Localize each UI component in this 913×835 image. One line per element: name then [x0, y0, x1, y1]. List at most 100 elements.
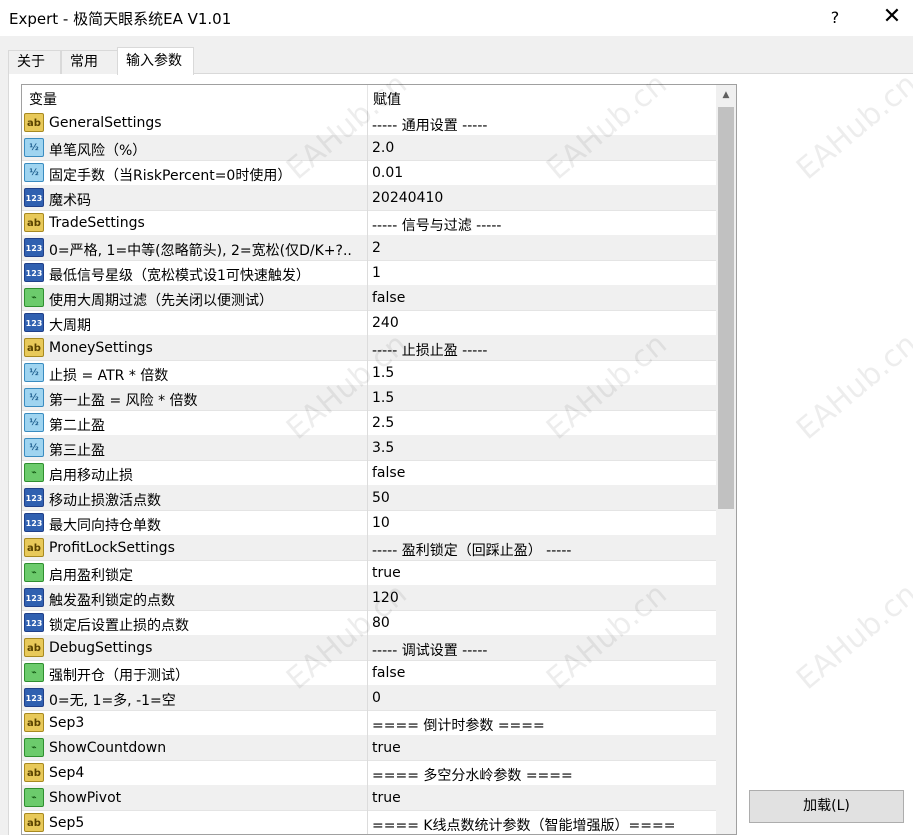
- column-header-variable[interactable]: 变量: [29, 89, 57, 109]
- parameter-value[interactable]: 2.0: [372, 140, 394, 156]
- parameter-name: 0=严格, 1=中等(忽略箭头), 2=宽松(仅D/K+?..: [49, 243, 352, 259]
- parameter-value[interactable]: 1.5: [372, 390, 394, 406]
- parameter-value[interactable]: 2.5: [372, 415, 394, 431]
- parameter-value[interactable]: ==== 倒计时参数 ====: [372, 715, 545, 735]
- grid-header: 变量 赋值: [22, 85, 716, 111]
- parameter-row[interactable]: ab Sep4 ==== 多空分水岭参数 ====: [22, 761, 716, 786]
- parameter-value[interactable]: false: [372, 290, 405, 306]
- parameter-row[interactable]: 123 0=无, 1=多, -1=空 0: [22, 686, 716, 711]
- parameter-row[interactable]: ⌁ 启用移动止损 false: [22, 461, 716, 486]
- parameter-name: MoneySettings: [49, 340, 153, 356]
- parameter-value[interactable]: 10: [372, 515, 390, 531]
- parameter-row[interactable]: 123 最低信号星级（宽松模式设1可快速触发） 1: [22, 261, 716, 286]
- parameter-value[interactable]: 0: [372, 690, 381, 706]
- parameter-row[interactable]: 123 锁定后设置止损的点数 80: [22, 611, 716, 636]
- parameter-row[interactable]: ⌁ 启用盈利锁定 true: [22, 561, 716, 586]
- parameter-row[interactable]: ½ 单笔风险（%） 2.0: [22, 136, 716, 161]
- parameter-row[interactable]: ab Sep3 ==== 倒计时参数 ====: [22, 711, 716, 736]
- parameter-row[interactable]: ab GeneralSettings ----- 通用设置 -----: [22, 111, 716, 136]
- parameter-value[interactable]: false: [372, 665, 405, 681]
- cell-divider: [367, 686, 368, 711]
- parameter-value[interactable]: 20240410: [372, 190, 443, 206]
- column-divider[interactable]: [367, 85, 368, 111]
- boolean-type-icon: ⌁: [24, 563, 44, 582]
- parameter-value[interactable]: 80: [372, 615, 390, 631]
- parameter-value[interactable]: ----- 信号与过滤 -----: [372, 215, 501, 235]
- parameter-value[interactable]: ----- 止损止盈 -----: [372, 340, 487, 360]
- parameter-value[interactable]: 3.5: [372, 440, 394, 456]
- cell-divider: [367, 611, 368, 636]
- parameter-value[interactable]: true: [372, 740, 401, 756]
- parameter-value[interactable]: false: [372, 465, 405, 481]
- parameter-value[interactable]: ==== K线点数统计参数（智能增强版）====: [372, 815, 675, 834]
- tab-about[interactable]: 关于: [8, 50, 61, 74]
- integer-type-icon: 123: [24, 688, 44, 707]
- parameter-row[interactable]: ⌁ 使用大周期过滤（先关闭以便测试） false: [22, 286, 716, 311]
- column-header-value[interactable]: 赋值: [373, 89, 401, 109]
- parameter-value[interactable]: 0.01: [372, 165, 403, 181]
- parameter-name: 触发盈利锁定的点数: [49, 593, 175, 609]
- vertical-scrollbar[interactable]: ▲: [716, 85, 736, 834]
- string-type-icon: ab: [24, 813, 44, 832]
- parameter-row[interactable]: ⌁ 强制开仓（用于测试） false: [22, 661, 716, 686]
- parameter-row[interactable]: 123 大周期 240: [22, 311, 716, 336]
- parameter-value[interactable]: 1: [372, 265, 381, 281]
- parameter-name: ProfitLockSettings: [49, 540, 175, 556]
- parameter-value[interactable]: true: [372, 565, 401, 581]
- cell-divider: [367, 786, 368, 811]
- parameter-name: 移动止损激活点数: [49, 493, 161, 509]
- close-button[interactable]: ✕: [874, 0, 910, 36]
- parameter-row[interactable]: 123 魔术码 20240410: [22, 186, 716, 211]
- parameter-row[interactable]: 123 0=严格, 1=中等(忽略箭头), 2=宽松(仅D/K+?.. 2: [22, 236, 716, 261]
- cell-divider: [367, 186, 368, 211]
- parameter-row[interactable]: 123 移动止损激活点数 50: [22, 486, 716, 511]
- cell-divider: [367, 386, 368, 411]
- parameter-row[interactable]: ab DebugSettings ----- 调试设置 -----: [22, 636, 716, 661]
- parameter-row[interactable]: ½ 止损 = ATR * 倍数 1.5: [22, 361, 716, 386]
- parameter-value[interactable]: 1.5: [372, 365, 394, 381]
- parameter-row[interactable]: ab TradeSettings ----- 信号与过滤 -----: [22, 211, 716, 236]
- boolean-type-icon: ⌁: [24, 738, 44, 757]
- parameter-row[interactable]: ab MoneySettings ----- 止损止盈 -----: [22, 336, 716, 361]
- parameter-name: 启用移动止损: [49, 468, 133, 484]
- tab-inputs[interactable]: 输入参数: [117, 47, 194, 75]
- parameter-value[interactable]: ----- 通用设置 -----: [372, 115, 487, 135]
- scroll-up-arrow-icon[interactable]: ▲: [716, 85, 736, 105]
- parameter-name: 强制开仓（用于测试）: [49, 668, 189, 684]
- cell-divider: [367, 561, 368, 586]
- parameter-name: Sep3: [49, 715, 85, 731]
- parameter-name: 最低信号星级（宽松模式设1可快速触发）: [49, 268, 310, 284]
- double-type-icon: ½: [24, 138, 44, 157]
- grid-rows: ab GeneralSettings ----- 通用设置 ----- ½ 单笔风险（%…: [22, 111, 716, 834]
- parameter-row[interactable]: ab ProfitLockSettings ----- 盈利锁定（回踩止盈） ---…: [22, 536, 716, 561]
- cell-divider: [367, 261, 368, 286]
- cell-divider: [367, 711, 368, 736]
- parameter-row[interactable]: 123 最大同向持仓单数 10: [22, 511, 716, 536]
- scroll-thumb[interactable]: [718, 107, 734, 509]
- parameter-value[interactable]: ----- 调试设置 -----: [372, 640, 487, 660]
- load-button[interactable]: 加载(L): [749, 790, 904, 823]
- parameter-name: ShowCountdown: [49, 740, 167, 756]
- help-button[interactable]: ?: [818, 0, 852, 36]
- cell-divider: [367, 361, 368, 386]
- parameter-row[interactable]: ⌁ ShowCountdown true: [22, 736, 716, 761]
- parameter-value[interactable]: 2: [372, 240, 381, 256]
- cell-divider: [367, 411, 368, 436]
- parameter-value[interactable]: 120: [372, 590, 399, 606]
- parameter-row[interactable]: ab Sep5 ==== K线点数统计参数（智能增强版）====: [22, 811, 716, 834]
- parameter-row[interactable]: ½ 第一止盈 = 风险 * 倍数 1.5: [22, 386, 716, 411]
- parameter-row[interactable]: ⌁ ShowPivot true: [22, 786, 716, 811]
- string-type-icon: ab: [24, 638, 44, 657]
- tab-common[interactable]: 常用: [61, 50, 118, 74]
- parameter-value[interactable]: 240: [372, 315, 399, 331]
- parameter-value[interactable]: 50: [372, 490, 390, 506]
- cell-divider: [367, 636, 368, 661]
- parameter-value[interactable]: true: [372, 790, 401, 806]
- parameter-row[interactable]: ½ 第二止盈 2.5: [22, 411, 716, 436]
- parameter-value[interactable]: ==== 多空分水岭参数 ====: [372, 765, 573, 785]
- parameter-value[interactable]: ----- 盈利锁定（回踩止盈） -----: [372, 540, 571, 560]
- boolean-type-icon: ⌁: [24, 288, 44, 307]
- parameter-row[interactable]: ½ 固定手数（当RiskPercent=0时使用） 0.01: [22, 161, 716, 186]
- parameter-row[interactable]: 123 触发盈利锁定的点数 120: [22, 586, 716, 611]
- parameter-row[interactable]: ½ 第三止盈 3.5: [22, 436, 716, 461]
